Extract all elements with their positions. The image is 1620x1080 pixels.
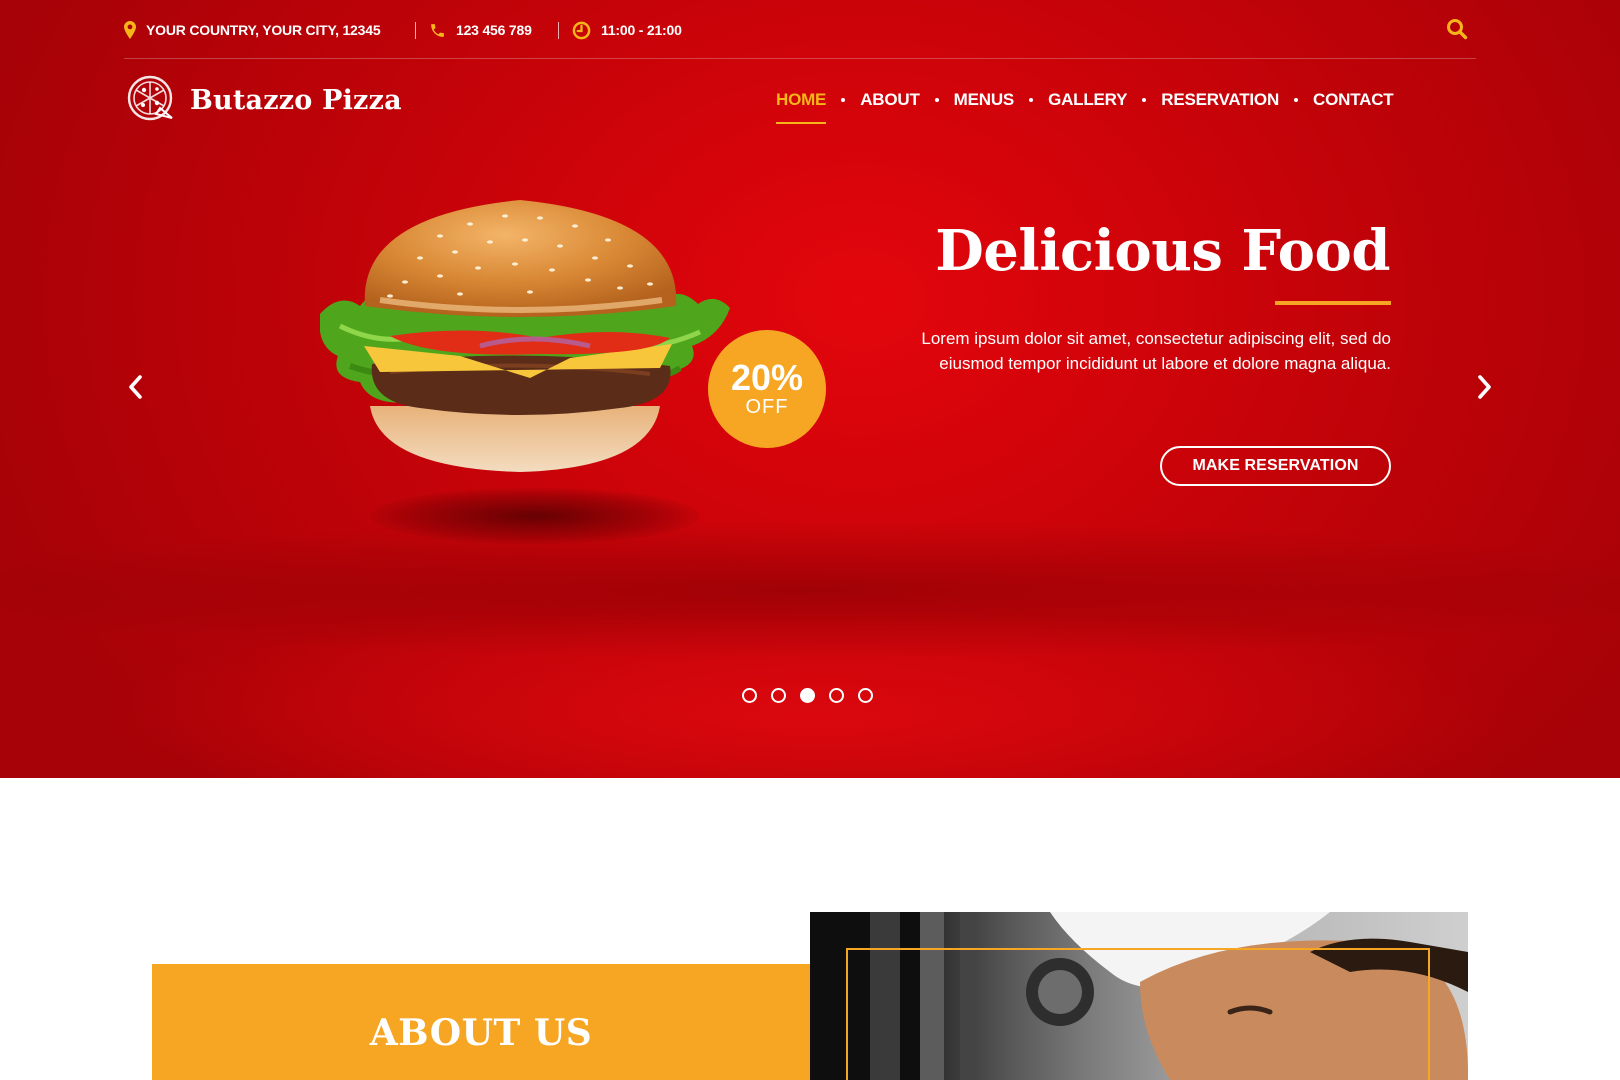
about-panel: ABOUT US bbox=[152, 964, 810, 1080]
hours-info: 11:00 - 21:00 bbox=[572, 14, 682, 46]
phone-info: 123 456 789 bbox=[429, 14, 532, 46]
chevron-left-icon bbox=[127, 374, 143, 405]
slider-dot-4[interactable] bbox=[829, 688, 844, 703]
nav-separator bbox=[1029, 98, 1034, 102]
nav-separator bbox=[934, 98, 939, 102]
nav-gallery[interactable]: GALLERY bbox=[1048, 90, 1127, 116]
phone-text[interactable]: 123 456 789 bbox=[456, 22, 532, 38]
map-pin-icon bbox=[124, 21, 136, 39]
divider bbox=[415, 22, 416, 39]
slider-prev-button[interactable] bbox=[123, 374, 147, 404]
nav-home[interactable]: HOME bbox=[776, 90, 827, 124]
top-info-bar: YOUR COUNTRY, YOUR CITY, 12345 123 456 7… bbox=[124, 14, 1476, 46]
slider-next-button[interactable] bbox=[1473, 374, 1497, 404]
slide-description: Lorem ipsum dolor sit amet, consectetur … bbox=[921, 329, 1391, 373]
slider-dot-5[interactable] bbox=[858, 688, 873, 703]
make-reservation-button[interactable]: MAKE RESERVATION bbox=[1160, 446, 1391, 486]
divider bbox=[558, 22, 559, 39]
slider-dot-2[interactable] bbox=[771, 688, 786, 703]
address-info: YOUR COUNTRY, YOUR CITY, 12345 bbox=[124, 14, 381, 46]
nav-separator bbox=[841, 98, 846, 102]
slider-dot-1[interactable] bbox=[742, 688, 757, 703]
clock-icon bbox=[572, 21, 591, 40]
slider-dot-3[interactable] bbox=[800, 688, 815, 703]
discount-badge: 20% OFF bbox=[708, 330, 826, 448]
slider-pagination bbox=[742, 688, 873, 703]
nav-separator bbox=[1142, 98, 1147, 102]
nav-contact[interactable]: CONTACT bbox=[1313, 90, 1394, 116]
nav-reservation[interactable]: RESERVATION bbox=[1161, 90, 1279, 116]
chevron-right-icon bbox=[1477, 374, 1493, 405]
burger-shadow bbox=[370, 488, 700, 544]
hero-slider: YOUR COUNTRY, YOUR CITY, 12345 123 456 7… bbox=[0, 0, 1620, 778]
chef-photo bbox=[810, 912, 1468, 1080]
search-button[interactable] bbox=[1444, 18, 1470, 44]
main-nav: HOME ABOUT MENUS GALLERY RESERVATION CON… bbox=[776, 88, 1394, 124]
nav-about[interactable]: ABOUT bbox=[860, 90, 920, 116]
slide-title: Delicious Food bbox=[935, 218, 1390, 284]
about-title: ABOUT US bbox=[369, 1012, 593, 1054]
phone-icon bbox=[429, 22, 446, 39]
discount-percent: 20% bbox=[730, 357, 804, 398]
pizza-icon bbox=[126, 74, 178, 127]
topbar-divider bbox=[124, 58, 1476, 59]
title-underline bbox=[1275, 301, 1391, 305]
discount-off: OFF bbox=[745, 396, 789, 418]
nav-separator bbox=[1294, 98, 1299, 102]
search-icon bbox=[1446, 18, 1468, 45]
site-logo[interactable]: Butazzo Pizza bbox=[126, 74, 402, 127]
chef-photo-frame bbox=[846, 948, 1430, 1080]
burger-image bbox=[320, 200, 730, 472]
brand-name: Butazzo Pizza bbox=[190, 84, 402, 116]
nav-menus[interactable]: MENUS bbox=[954, 90, 1015, 116]
address-text: YOUR COUNTRY, YOUR CITY, 12345 bbox=[146, 22, 381, 38]
hours-text: 11:00 - 21:00 bbox=[601, 22, 682, 38]
